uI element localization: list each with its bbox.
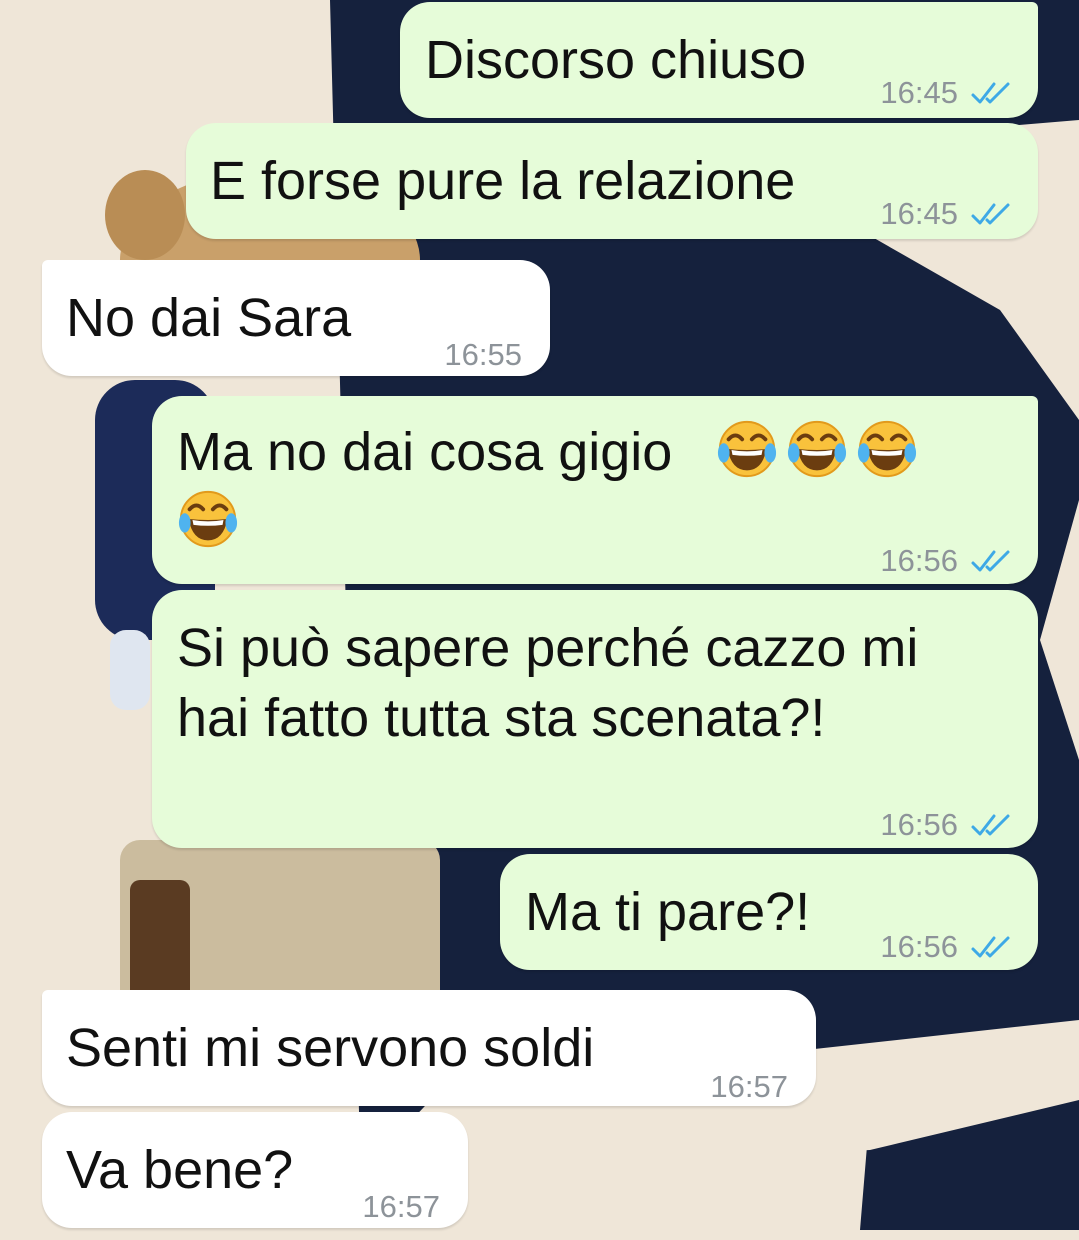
message-text-line: Ma no dai cosa gigio bbox=[177, 418, 926, 485]
message-bubble-incoming[interactable]: Va bene? 16:57 bbox=[42, 1112, 468, 1228]
message-text: E forse pure la relazione bbox=[210, 151, 796, 211]
message-time: 16:55 bbox=[444, 337, 522, 372]
message-meta: 16:57 bbox=[710, 1054, 788, 1120]
double-check-read-icon bbox=[971, 814, 1010, 836]
message-emoji-line bbox=[177, 488, 247, 555]
message-meta: 16:56 bbox=[880, 528, 1014, 594]
message-bubble-outgoing[interactable]: Ma no dai cosa gigio 16:56 bbox=[152, 396, 1038, 584]
message-meta: 16:56 bbox=[880, 792, 1014, 858]
message-bubble-outgoing[interactable]: Si può sapere perché cazzo mi hai fatto … bbox=[152, 590, 1038, 848]
message-time: 16:45 bbox=[880, 196, 958, 231]
message-bubble-outgoing[interactable]: E forse pure la relazione 16:45 bbox=[186, 123, 1038, 239]
message-meta: 16:45 bbox=[880, 181, 1014, 247]
double-check-read-icon bbox=[971, 82, 1010, 104]
message-time: 16:45 bbox=[880, 75, 958, 110]
message-bubble-incoming[interactable]: No dai Sara 16:55 bbox=[42, 260, 550, 376]
message-bubble-outgoing[interactable]: Discorso chiuso 16:45 bbox=[400, 2, 1038, 118]
message-text-line-1: Si può sapere perché cazzo mi bbox=[177, 618, 919, 678]
message-text: Ma no dai cosa gigio bbox=[177, 422, 673, 482]
face-with-tears-of-joy-icon bbox=[788, 420, 847, 478]
message-meta: 16:55 bbox=[444, 322, 522, 388]
message-meta: 16:45 bbox=[880, 60, 1014, 126]
message-text: Ma ti pare?! bbox=[525, 882, 811, 942]
double-check-read-icon bbox=[971, 936, 1010, 958]
message-text: Discorso chiuso bbox=[425, 30, 807, 90]
message-text-line-2: hai fatto tutta sta scenata?! bbox=[177, 688, 826, 748]
message-time: 16:56 bbox=[880, 929, 958, 964]
message-text: Va bene? bbox=[66, 1140, 294, 1200]
double-check-read-icon bbox=[971, 203, 1010, 225]
message-time: 16:56 bbox=[880, 543, 958, 578]
face-with-tears-of-joy-icon bbox=[718, 420, 777, 478]
message-time: 16:57 bbox=[710, 1069, 788, 1104]
message-bubble-incoming[interactable]: Senti mi servono soldi 16:57 bbox=[42, 990, 816, 1106]
message-text: Senti mi servono soldi bbox=[66, 1018, 595, 1078]
double-check-read-icon bbox=[971, 550, 1010, 572]
message-text: No dai Sara bbox=[66, 288, 352, 348]
face-with-tears-of-joy-icon bbox=[178, 490, 238, 548]
message-meta: 16:57 bbox=[362, 1174, 440, 1240]
message-meta: 16:56 bbox=[880, 914, 1014, 980]
message-time: 16:57 bbox=[362, 1189, 440, 1224]
message-time: 16:56 bbox=[880, 807, 958, 842]
message-bubble-outgoing[interactable]: Ma ti pare?! 16:56 bbox=[500, 854, 1038, 970]
face-with-tears-of-joy-icon bbox=[858, 420, 917, 478]
